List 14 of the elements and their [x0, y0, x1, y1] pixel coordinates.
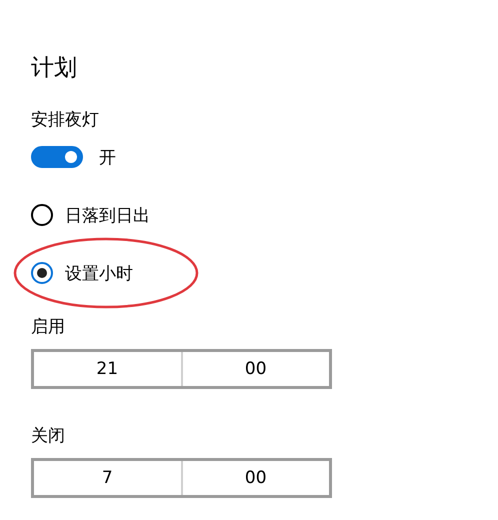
toggle-switch[interactable]: [31, 146, 83, 168]
time-label: 启用: [31, 316, 66, 339]
toggle-state-label: 开: [99, 146, 116, 168]
radio-button[interactable]: [31, 262, 53, 284]
hour-field[interactable]: 7: [34, 461, 180, 495]
schedule-label: 安排夜灯: [31, 109, 100, 132]
radio-button[interactable]: [31, 204, 53, 226]
radio-label[interactable]: 日落到日出: [65, 204, 150, 226]
time-label: 关闭: [31, 425, 66, 448]
minute-field[interactable]: 00: [180, 461, 329, 495]
minute-field[interactable]: 00: [180, 352, 329, 386]
radio-label[interactable]: 设置小时: [65, 262, 133, 284]
hour-field[interactable]: 21: [34, 352, 180, 386]
section-title: 计划: [31, 54, 78, 83]
